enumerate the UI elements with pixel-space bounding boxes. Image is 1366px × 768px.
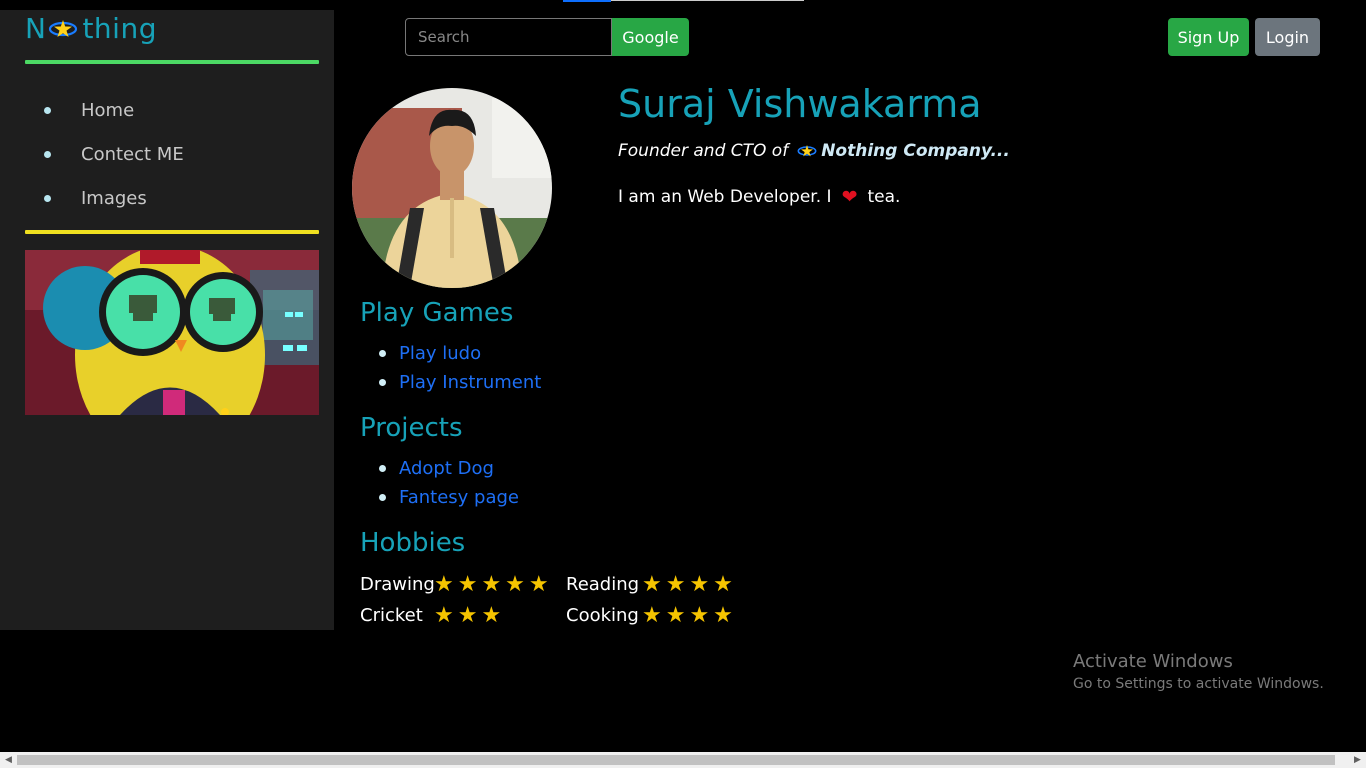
logo-text-left: N (25, 12, 47, 45)
section-title-projects: Projects (360, 413, 463, 443)
sidebar-item-images[interactable]: Images (25, 176, 184, 220)
top-accent (563, 0, 611, 2)
hobby-name: Cricket (360, 605, 423, 626)
list-item: Play ludo (360, 339, 541, 368)
profile-avatar (352, 88, 552, 288)
heart-icon: ❤ (841, 186, 858, 208)
list-item: Adopt Dog (360, 454, 519, 483)
google-search-button[interactable]: Google (612, 18, 689, 56)
bullet-icon (379, 350, 386, 357)
bio-text-end: tea. (867, 187, 901, 207)
logo-text-right: thing (82, 12, 157, 45)
orbit-star-icon (49, 19, 78, 37)
profile-name: Suraj Vishwakarma (618, 82, 982, 126)
activate-windows-subtitle: Go to Settings to activate Windows. (1073, 676, 1324, 692)
orbit-star-icon (797, 145, 817, 157)
hobby-row: Drawing ★★★★★ Reading ★★★★ (360, 572, 737, 597)
projects-list: Adopt Dog Fantesy page (360, 454, 519, 512)
star-rating-icon: ★★★★ (642, 572, 737, 597)
list-item: Fantesy page (360, 483, 519, 512)
bullet-icon (379, 465, 386, 472)
section-title-hobbies: Hobbies (360, 528, 466, 558)
link-fantesy-page[interactable]: Fantesy page (399, 487, 519, 508)
bullet-icon (44, 150, 51, 158)
company-name: Nothing Company... (821, 141, 1010, 161)
bullet-icon (379, 494, 386, 501)
star-rating-icon: ★★★★ (642, 603, 737, 628)
activate-windows-title: Activate Windows (1073, 651, 1233, 672)
profile-bio: I am an Web Developer. I ❤ tea. (618, 186, 900, 208)
star-rating-icon: ★★★ (434, 603, 506, 628)
tagline-prefix: Founder and CTO of (618, 141, 789, 161)
sidebar-nav: Home Contect ME Images (25, 88, 184, 220)
scroll-left-icon[interactable]: ◀ (5, 755, 12, 765)
hobby-name: Drawing (360, 574, 435, 595)
bullet-icon (44, 194, 51, 202)
bullet-icon (379, 379, 386, 386)
list-item: Play Instrument (360, 368, 541, 397)
green-divider (25, 60, 319, 64)
sidebar-item-label: Images (81, 187, 147, 209)
hobby-row: Cricket ★★★ Cooking ★★★★ (360, 603, 737, 628)
signup-button[interactable]: Sign Up (1168, 18, 1249, 56)
sidebar: N thing Home Contect ME Images (0, 10, 334, 630)
profile-tagline: Founder and CTO of Nothing Company... (618, 141, 1010, 161)
search-input[interactable] (405, 18, 612, 56)
sidebar-item-home[interactable]: Home (25, 88, 184, 132)
sidebar-item-label: Contect ME (81, 143, 184, 165)
hobby-name: Cooking (566, 605, 639, 626)
bio-text: I am an Web Developer. I (618, 187, 832, 207)
sidebar-item-label: Home (81, 99, 135, 121)
site-logo[interactable]: N thing (25, 12, 157, 45)
scroll-right-icon[interactable]: ▶ (1354, 755, 1361, 765)
horizontal-scrollbar[interactable]: ◀ ▶ (0, 752, 1366, 768)
sidebar-item-contact[interactable]: Contect ME (25, 132, 184, 176)
section-title-games: Play Games (360, 298, 514, 328)
hobby-name: Reading (566, 574, 640, 595)
link-play-instrument[interactable]: Play Instrument (399, 372, 541, 393)
star-rating-icon: ★★★★★ (434, 572, 553, 597)
link-play-ludo[interactable]: Play ludo (399, 343, 481, 364)
login-button[interactable]: Login (1255, 18, 1320, 56)
scrollbar-thumb[interactable] (17, 755, 1335, 765)
bullet-icon (44, 106, 51, 114)
sidebar-character-image (25, 250, 319, 415)
games-list: Play ludo Play Instrument (360, 339, 541, 397)
yellow-divider (25, 230, 319, 234)
link-adopt-dog[interactable]: Adopt Dog (399, 458, 494, 479)
